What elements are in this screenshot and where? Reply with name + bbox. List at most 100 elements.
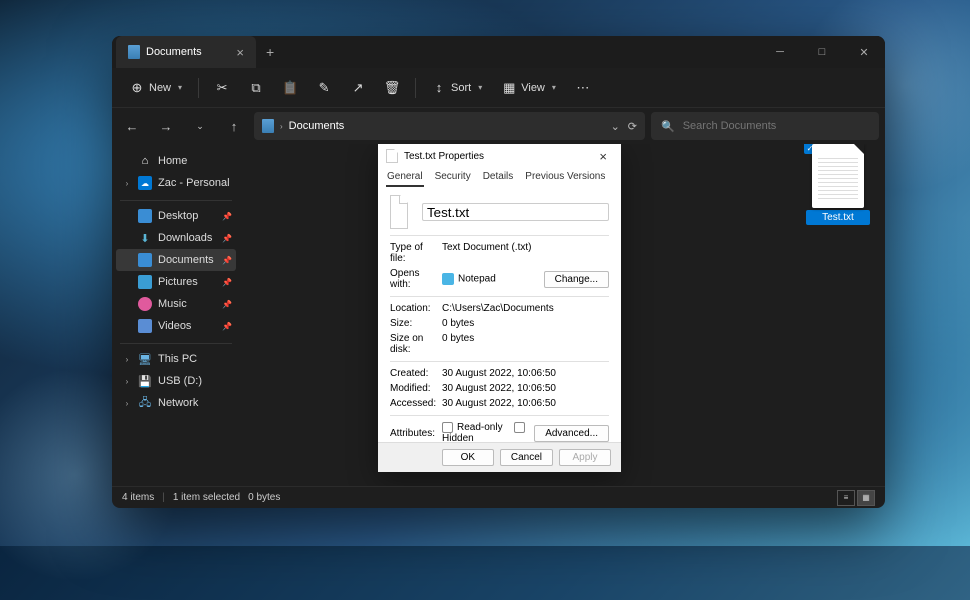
copy-button[interactable]: ⧉ xyxy=(241,76,271,100)
pictures-icon xyxy=(138,275,152,289)
forward-button[interactable]: → xyxy=(152,112,180,140)
more-icon: ⋯ xyxy=(576,81,590,95)
modified-value: 30 August 2022, 10:06:50 xyxy=(442,383,609,394)
location-label: Location: xyxy=(390,303,438,314)
chevron-right-icon[interactable]: › xyxy=(122,377,132,386)
pin-icon: 📌 xyxy=(222,278,232,287)
file-item[interactable]: ✓ Test.txt xyxy=(806,144,870,225)
view-icon: ▦ xyxy=(502,81,516,95)
size-label: Size: xyxy=(390,318,438,329)
dialog-body: Type of file:Text Document (.txt) Opens … xyxy=(378,187,621,442)
cut-button[interactable]: ✂ xyxy=(207,76,237,100)
share-button[interactable]: ↗ xyxy=(343,76,373,100)
created-value: 30 August 2022, 10:06:50 xyxy=(442,368,609,379)
file-explorer-window: Documents × + ─ □ ✕ ⊕New▾ ✂ ⧉ 📋 ✎ ↗ 🗑 ↕S… xyxy=(112,36,885,508)
sidebar-item-pictures[interactable]: Pictures📌 xyxy=(116,271,236,293)
hidden-checkbox[interactable] xyxy=(514,422,525,433)
usb-icon: 💾 xyxy=(138,374,152,388)
maximize-button[interactable]: □ xyxy=(801,36,843,68)
sidebar-item-documents[interactable]: Documents📌 xyxy=(116,249,236,271)
sidebar-item-thispc[interactable]: ›🖥This PC xyxy=(116,348,236,370)
trash-icon: 🗑 xyxy=(385,81,399,95)
sizedisk-value: 0 bytes xyxy=(442,333,609,355)
file-name-label: Test.txt xyxy=(806,210,870,225)
file-large-icon xyxy=(390,195,408,229)
readonly-checkbox[interactable] xyxy=(442,422,453,433)
pin-icon: 📌 xyxy=(222,322,232,331)
location-value: C:\Users\Zac\Documents xyxy=(442,303,609,314)
new-button[interactable]: ⊕New▾ xyxy=(122,76,190,100)
dialog-title: Test.txt Properties xyxy=(404,151,484,162)
minimize-button[interactable]: ─ xyxy=(759,36,801,68)
tab-details[interactable]: Details xyxy=(482,168,515,187)
rename-icon: ✎ xyxy=(317,81,331,95)
scissors-icon: ✂ xyxy=(215,81,229,95)
size-value: 0 bytes xyxy=(442,318,609,329)
tab-documents[interactable]: Documents × xyxy=(116,36,256,68)
chevron-right-icon[interactable]: › xyxy=(122,355,132,364)
icons-view-button[interactable]: ▦ xyxy=(857,490,875,506)
chevron-down-icon[interactable]: ⌄ xyxy=(611,120,620,133)
sidebar-item-desktop[interactable]: Desktop📌 xyxy=(116,205,236,227)
breadcrumb[interactable]: Documents xyxy=(289,120,345,132)
change-button[interactable]: Change... xyxy=(544,271,609,288)
sidebar-item-music[interactable]: Music📌 xyxy=(116,293,236,315)
sort-button[interactable]: ↕Sort▾ xyxy=(424,76,490,100)
dialog-footer: OK Cancel Apply xyxy=(378,442,621,472)
tab-general[interactable]: General xyxy=(386,168,424,187)
pin-icon: 📌 xyxy=(222,300,232,309)
recent-button[interactable]: ⌄ xyxy=(186,112,214,140)
tab-previous-versions[interactable]: Previous Versions xyxy=(524,168,606,187)
new-tab-button[interactable]: + xyxy=(266,44,274,60)
downloads-icon: ⬇ xyxy=(138,231,152,245)
pc-icon: 🖥 xyxy=(138,352,152,366)
dialog-close-button[interactable]: × xyxy=(593,147,613,166)
chevron-down-icon: ▾ xyxy=(178,83,182,92)
sidebar-item-onedrive[interactable]: ›☁Zac - Personal xyxy=(116,172,236,194)
tab-security[interactable]: Security xyxy=(434,168,472,187)
search-bar[interactable]: 🔍 xyxy=(651,112,879,140)
advanced-button[interactable]: Advanced... xyxy=(534,425,609,442)
status-item-count: 4 items xyxy=(122,492,154,503)
content-pane[interactable]: ✓ Test.txt Test.txt Properties × General… xyxy=(240,144,885,486)
close-window-button[interactable]: ✕ xyxy=(843,36,885,68)
apply-button[interactable]: Apply xyxy=(559,449,611,466)
dialog-tabs: General Security Details Previous Versio… xyxy=(378,168,621,187)
tab-close-icon[interactable]: × xyxy=(236,45,244,60)
delete-button[interactable]: 🗑 xyxy=(377,76,407,100)
paste-button[interactable]: 📋 xyxy=(275,76,305,100)
properties-dialog: Test.txt Properties × General Security D… xyxy=(378,144,621,472)
onedrive-icon: ☁ xyxy=(138,176,152,190)
cancel-button[interactable]: Cancel xyxy=(500,449,553,466)
chevron-down-icon: ▾ xyxy=(478,83,482,92)
toolbar: ⊕New▾ ✂ ⧉ 📋 ✎ ↗ 🗑 ↕Sort▾ ▦View▾ ⋯ xyxy=(112,68,885,108)
more-button[interactable]: ⋯ xyxy=(568,76,598,100)
ok-button[interactable]: OK xyxy=(442,449,494,466)
view-button[interactable]: ▦View▾ xyxy=(494,76,564,100)
chevron-right-icon[interactable]: › xyxy=(122,179,132,188)
details-view-button[interactable]: ≡ xyxy=(837,490,855,506)
copy-icon: ⧉ xyxy=(249,81,263,95)
network-icon: 🖧 xyxy=(138,396,152,410)
sidebar-item-network[interactable]: ›🖧Network xyxy=(116,392,236,414)
back-button[interactable]: ← xyxy=(118,112,146,140)
filename-input[interactable] xyxy=(422,203,609,221)
chevron-right-icon[interactable]: › xyxy=(122,399,132,408)
sidebar-item-downloads[interactable]: ⬇Downloads📌 xyxy=(116,227,236,249)
notepad-icon xyxy=(442,273,454,285)
search-input[interactable] xyxy=(683,120,869,132)
address-bar[interactable]: › Documents ⌄ ⟳ xyxy=(254,112,645,140)
up-button[interactable]: ↑ xyxy=(220,112,248,140)
sidebar-item-videos[interactable]: Videos📌 xyxy=(116,315,236,337)
sidebar-item-home[interactable]: ⌂Home xyxy=(116,150,236,172)
chevron-right-icon: › xyxy=(280,122,283,131)
created-label: Created: xyxy=(390,368,438,379)
nav-row: ← → ⌄ ↑ › Documents ⌄ ⟳ 🔍 xyxy=(112,108,885,144)
paste-icon: 📋 xyxy=(283,81,297,95)
hidden-label: Hidden xyxy=(442,433,474,442)
sidebar-item-usb[interactable]: ›💾USB (D:) xyxy=(116,370,236,392)
rename-button[interactable]: ✎ xyxy=(309,76,339,100)
dialog-titlebar[interactable]: Test.txt Properties × xyxy=(378,144,621,168)
type-label: Type of file: xyxy=(390,242,438,264)
refresh-icon[interactable]: ⟳ xyxy=(628,120,637,133)
